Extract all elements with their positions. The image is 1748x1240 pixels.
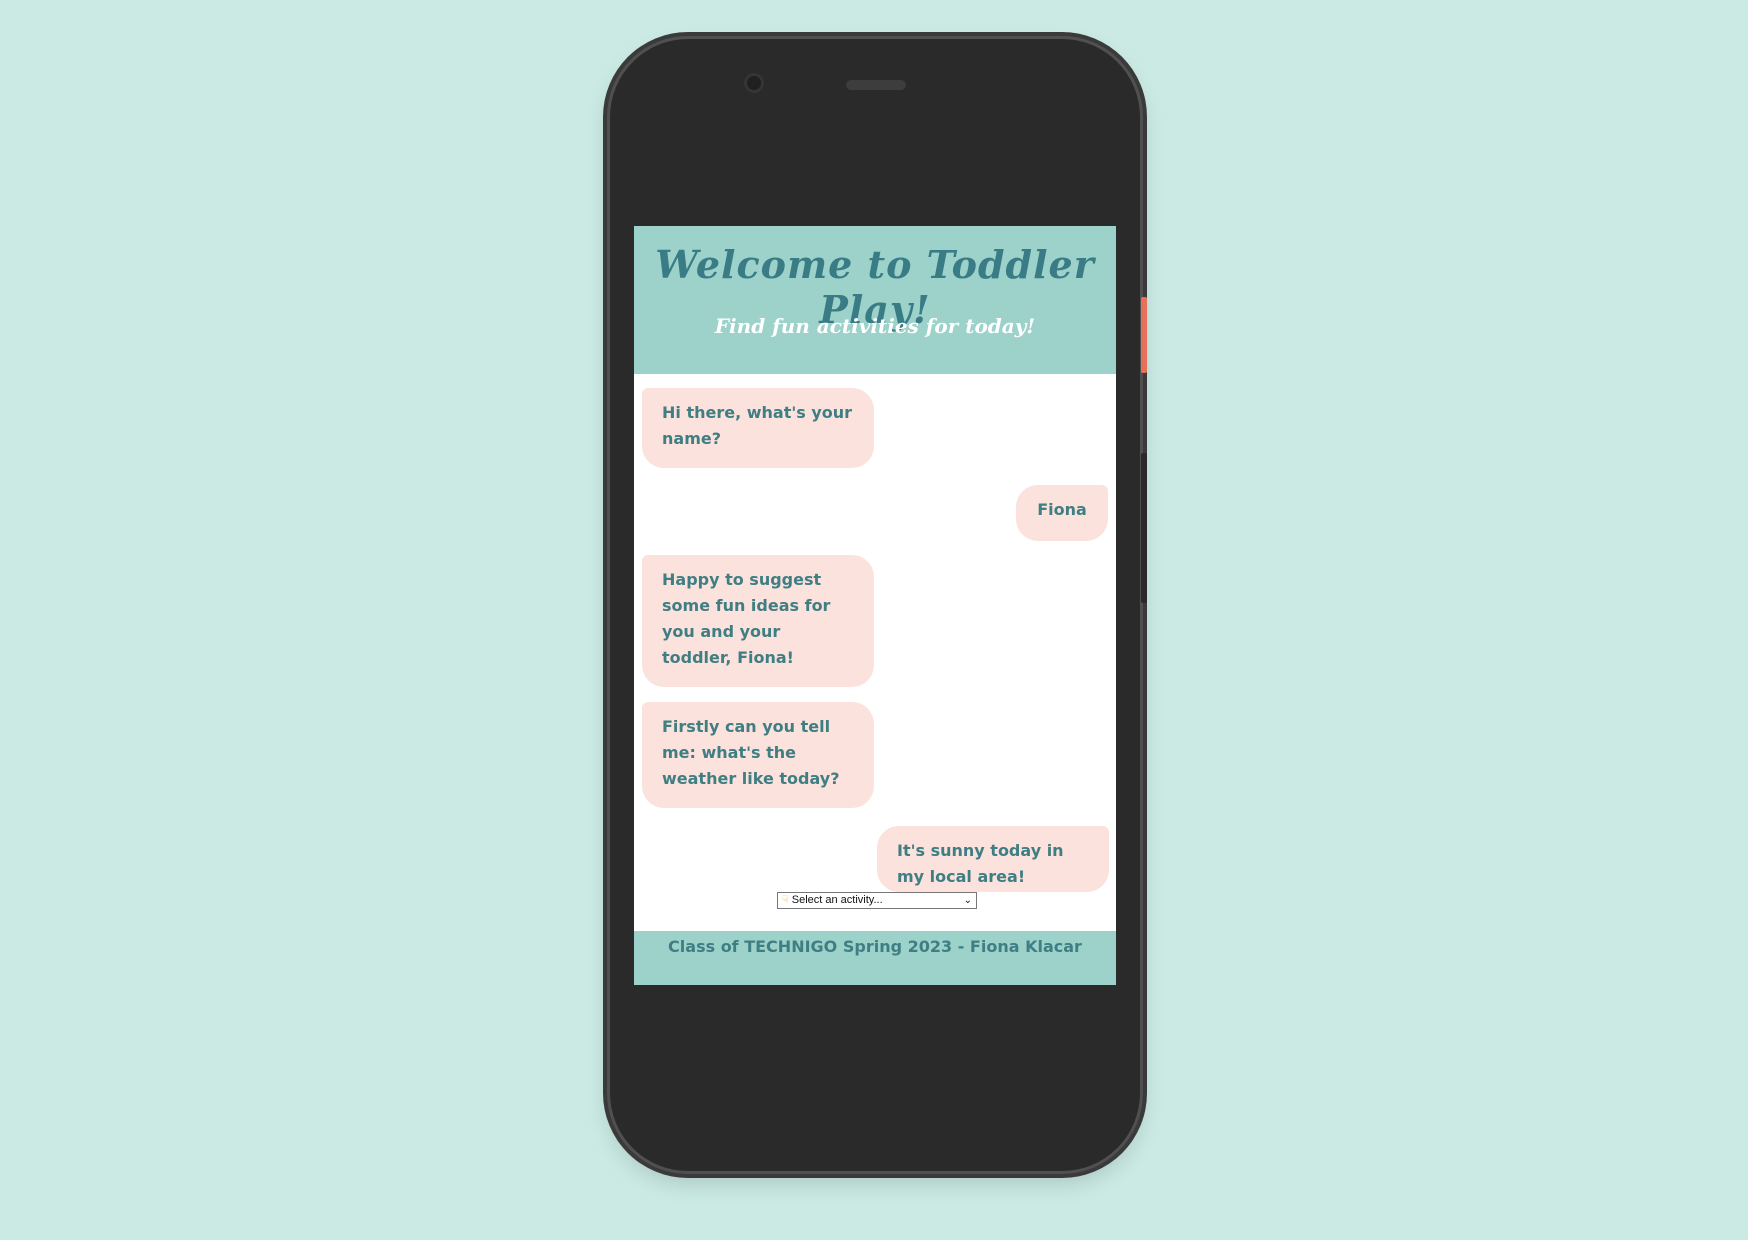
footer: Class of TECHNIGO Spring 2023 - Fiona Kl… — [634, 931, 1116, 985]
footer-text: Class of TECHNIGO Spring 2023 - Fiona Kl… — [668, 937, 1082, 956]
activity-select-value: Select an activity... — [791, 894, 883, 906]
user-message: Fiona — [1016, 485, 1108, 541]
bot-message: Happy to suggest some fun ideas for you … — [642, 555, 874, 687]
page-subtitle: Find fun activities for today! — [714, 314, 1036, 338]
camera-icon — [744, 73, 764, 93]
chevron-down-icon: ⌄ — [963, 895, 972, 906]
user-message: It's sunny today in my local area! — [877, 826, 1109, 892]
bot-message: Hi there, what's your name? — [642, 388, 874, 468]
activity-select[interactable]: ☟ Select an activity... ⌄ — [777, 892, 977, 909]
volume-button — [1141, 453, 1147, 603]
power-button — [1141, 297, 1147, 373]
header: Welcome to Toddler Play! Find fun activi… — [634, 226, 1116, 374]
speaker-grill — [846, 80, 906, 90]
pointing-hand-icon: ☟ — [782, 894, 789, 906]
chat-area: Hi there, what's your name? Fiona Happy … — [634, 374, 1116, 934]
phone-screen: Welcome to Toddler Play! Find fun activi… — [634, 226, 1116, 985]
phone-frame: Welcome to Toddler Play! Find fun activi… — [610, 39, 1147, 1171]
bot-message: Firstly can you tell me: what's the weat… — [642, 702, 874, 808]
